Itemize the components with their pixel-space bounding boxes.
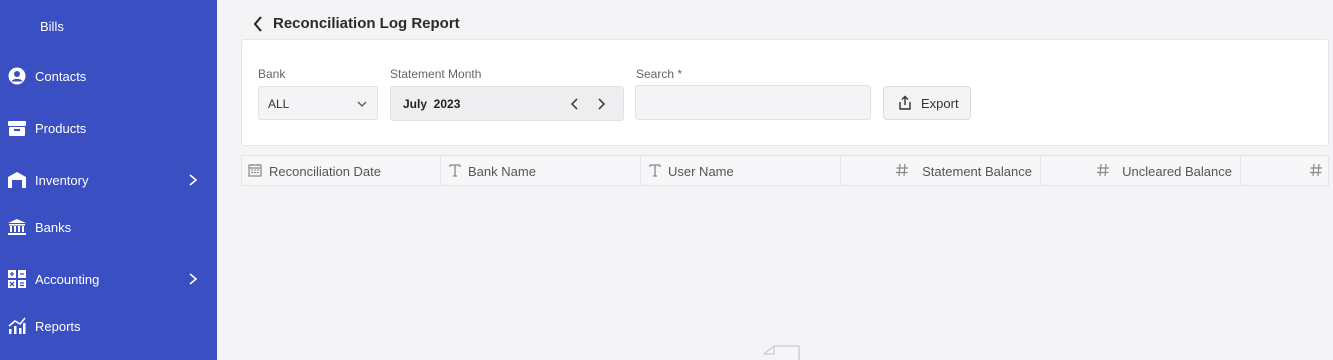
sidebar-item-label: Products (35, 120, 87, 136)
sidebar-item-contacts[interactable]: Contacts (0, 59, 217, 93)
contact-icon (7, 66, 27, 86)
column-header-label: User Name (668, 164, 734, 179)
text-type-icon (448, 163, 462, 177)
sidebar-item-banks[interactable]: Banks (0, 210, 217, 244)
chevron-left-icon (570, 98, 578, 110)
statement-month-value: July 2023 (403, 97, 461, 111)
column-header-label: Reconciliation Date (269, 164, 382, 179)
calculator-icon (7, 269, 27, 289)
calendar-icon (248, 163, 262, 177)
column-header-uncleared-balance[interactable]: Uncleared Balance (1041, 156, 1241, 185)
sidebar-item-products[interactable]: Products (0, 111, 217, 145)
chart-icon (7, 316, 27, 336)
statement-month-label: Statement Month (390, 67, 482, 81)
table-header: Reconciliation Date Bank Name User Name … (241, 155, 1329, 186)
sidebar-item-label: Accounting (35, 271, 100, 287)
sidebar-item-label: Inventory (35, 172, 89, 188)
search-input[interactable] (635, 85, 871, 120)
hash-icon (895, 163, 909, 177)
bank-label: Bank (258, 67, 286, 81)
chevron-right-icon (189, 273, 198, 285)
hash-icon (1096, 163, 1110, 177)
export-button-label: Export (921, 96, 959, 111)
back-button[interactable] (250, 14, 266, 34)
sidebar-item-reports[interactable]: Reports (0, 309, 217, 343)
chevron-left-icon (253, 16, 262, 32)
chevron-down-icon (357, 101, 367, 107)
column-header-extra[interactable] (1241, 156, 1328, 185)
sidebar-item-label: Reports (35, 318, 81, 334)
column-header-label: Bank Name (468, 164, 536, 179)
chevron-right-icon (189, 174, 198, 186)
bank-select[interactable]: ALL (258, 86, 378, 120)
column-header-user-name[interactable]: User Name (641, 156, 841, 185)
sidebar: Bills Contacts Products Inventory Banks … (0, 0, 217, 360)
text-type-icon (648, 163, 662, 177)
hash-icon (1309, 163, 1323, 177)
sidebar-item-label: Banks (35, 219, 72, 235)
export-button[interactable]: Export (883, 86, 971, 120)
sidebar-item-accounting[interactable]: Accounting (0, 262, 217, 296)
bank-select-value: ALL (268, 97, 290, 111)
sidebar-item-label: Bills (40, 18, 64, 34)
page-title: Reconciliation Log Report (273, 15, 460, 32)
column-header-label: Statement Balance (922, 164, 1032, 179)
column-header-statement-balance[interactable]: Statement Balance (841, 156, 1041, 185)
sidebar-item-bills[interactable]: Bills (0, 9, 217, 43)
bank-icon (7, 217, 27, 237)
box-icon (7, 118, 27, 138)
sidebar-item-label: Contacts (35, 68, 87, 84)
search-label: Search * (636, 67, 683, 81)
column-header-reconciliation-date[interactable]: Reconciliation Date (242, 156, 441, 185)
warehouse-icon (7, 170, 27, 190)
column-header-label: Uncleared Balance (1122, 164, 1232, 179)
column-header-bank-name[interactable]: Bank Name (441, 156, 641, 185)
export-icon (899, 95, 911, 110)
prev-month-button[interactable] (567, 96, 583, 112)
sidebar-item-inventory[interactable]: Inventory (0, 163, 217, 197)
next-month-button[interactable] (593, 96, 609, 112)
empty-state-icon (763, 345, 800, 360)
statement-month-picker[interactable]: July 2023 (390, 86, 624, 121)
chevron-right-icon (598, 98, 606, 110)
